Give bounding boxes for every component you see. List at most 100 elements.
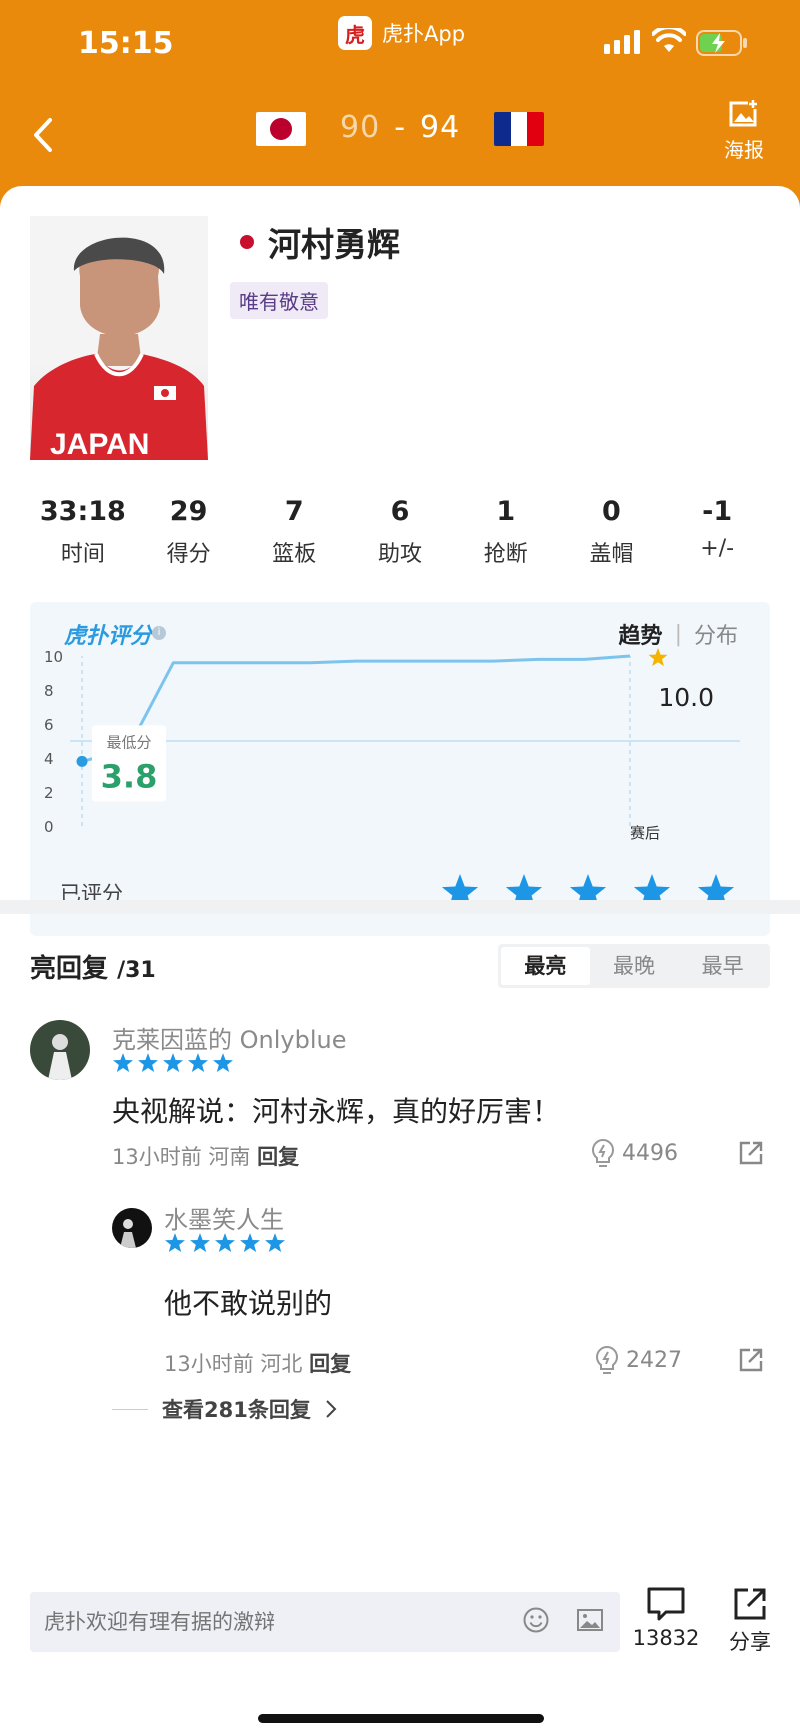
comment-meta: 13小时前 河南 回复: [112, 1145, 300, 1169]
y-tick-label: 4: [44, 750, 54, 768]
share-icon: [734, 1588, 766, 1620]
japan-flag-icon[interactable]: [256, 112, 306, 146]
chevron-right-icon: [326, 1400, 337, 1418]
battery-icon: [696, 30, 747, 56]
poster-button[interactable]: 海报: [716, 98, 772, 163]
match-header: 90 - 94 海报: [0, 90, 800, 186]
player-photo: JAPAN: [30, 216, 208, 460]
stat-assists: 6 助攻: [378, 496, 423, 567]
poster-icon: [729, 99, 758, 127]
min-score-value: 3.8: [101, 757, 158, 795]
info-icon[interactable]: i: [152, 626, 166, 640]
reply-button[interactable]: 回复: [309, 1352, 351, 1376]
home-score: 90: [340, 110, 381, 145]
star-icon: [215, 1233, 235, 1253]
score-separator: -: [394, 110, 407, 145]
stat-steals: 1 抢断: [483, 496, 528, 567]
stat-plus-minus: -1 +/-: [700, 496, 735, 561]
comment-text: 央视解说：河村永辉，真的好厉害！: [112, 1095, 561, 1128]
reply-button[interactable]: 回复: [257, 1145, 299, 1169]
view-replies-link[interactable]: 查看281条回复: [112, 1394, 337, 1424]
share-label: 分享: [729, 1630, 771, 1654]
app-logo: 虎: [338, 16, 372, 50]
star-icon: [190, 1233, 210, 1253]
comment-username[interactable]: 水墨笑人生: [164, 1200, 284, 1235]
comments-title: 亮回复 /31: [30, 954, 156, 984]
comment-meta: 13小时前 河北 回复: [164, 1352, 352, 1376]
lightbulb-icon: [596, 1345, 618, 1374]
min-score-callout: 最低分 3.8: [92, 725, 166, 802]
y-tick-label: 8: [44, 682, 54, 700]
y-tick-label: 6: [44, 716, 54, 734]
star-icon: [240, 1233, 260, 1253]
home-indicator: [258, 1714, 544, 1723]
min-score-label: 最低分: [106, 733, 151, 751]
poster-label: 海报: [724, 138, 764, 162]
status-bar: 15:15 虎 虎扑App: [0, 0, 800, 90]
comment-username[interactable]: 克莱因蓝的 Onlyblue: [112, 1020, 346, 1055]
share-button[interactable]: 分享: [722, 1586, 778, 1656]
x-end-label: 赛后: [630, 824, 660, 842]
avatar[interactable]: [30, 1020, 90, 1080]
image-icon[interactable]: [576, 1606, 604, 1634]
france-flag-icon[interactable]: [494, 112, 544, 146]
nation-dot-icon: [240, 235, 254, 249]
sort-tab-latest[interactable]: 最晚: [590, 947, 679, 985]
app-indicator: 虎 虎扑App: [338, 16, 465, 50]
stat-minutes: 33:18 时间: [39, 496, 126, 567]
like-button[interactable]: 4496: [590, 1138, 678, 1168]
player-name-row: 河村勇辉: [240, 218, 400, 266]
star-icon: [163, 1053, 183, 1073]
emoji-icon[interactable]: [522, 1606, 550, 1634]
comment-input-box[interactable]: [30, 1592, 620, 1652]
stat-rebounds: 7 篮板: [272, 496, 317, 567]
min-point: [76, 755, 88, 767]
signal-icon: [604, 30, 640, 54]
away-score: 94: [420, 110, 461, 145]
player-name: 河村勇辉: [268, 225, 400, 264]
star-icon: [113, 1053, 133, 1073]
wifi-icon: [652, 28, 686, 52]
comment-bubble-icon: [647, 1587, 685, 1621]
comments-button[interactable]: 13832: [628, 1586, 704, 1650]
sort-tab-hottest[interactable]: 最亮: [501, 947, 590, 985]
like-count: 4496: [622, 1140, 678, 1166]
status-time: 15:15: [78, 26, 174, 61]
rating-trend-chart: 0 2 4 6 8 10 最低分 3.8 10.0 赛后: [44, 648, 740, 842]
final-score-value: 10.0: [658, 683, 714, 712]
star-icon: [188, 1053, 208, 1073]
stat-points: 29 得分: [166, 496, 211, 567]
player-card: JAPAN 河村勇辉 唯有敬意 33:18 时间 29 得分 7 篮板 6 助攻 1 抢断…: [0, 186, 800, 1731]
comment-stars: [112, 1052, 234, 1074]
match-score: 90 - 94: [340, 110, 460, 145]
comment-sort-tabs: 最亮 最晚 最早: [498, 944, 770, 988]
comments-count: /31: [117, 958, 156, 983]
star-icon: [138, 1053, 158, 1073]
stat-blocks: 0 盖帽: [589, 496, 634, 567]
lightbulb-icon: [592, 1138, 614, 1167]
y-tick-label: 0: [44, 818, 54, 836]
divider-line: [112, 1408, 148, 1410]
rating-panel: 虎扑评分® i 趋势 | 分布 0246810最低分3.810.0赛后 已评分: [30, 602, 770, 936]
sort-tab-earliest[interactable]: 最早: [678, 947, 767, 985]
player-tag[interactable]: 唯有敬意: [230, 282, 328, 319]
section-divider: [0, 900, 800, 914]
star-icon: [265, 1233, 285, 1253]
comment-stars: [164, 1232, 286, 1254]
y-tick-label: 10: [44, 648, 63, 666]
star-icon: [213, 1053, 233, 1073]
player-stats: 33:18 时间 29 得分 7 篮板 6 助攻 1 抢断 0 盖帽 -1 +/-: [30, 496, 770, 568]
comment-text: 他不敢说别的: [164, 1287, 333, 1320]
app-name: 虎扑App: [382, 22, 466, 46]
share-icon[interactable]: [738, 1140, 764, 1166]
like-button[interactable]: 2427: [594, 1345, 682, 1375]
avatar[interactable]: [112, 1208, 152, 1248]
y-tick-label: 2: [44, 784, 54, 802]
jersey-text: JAPAN: [50, 428, 149, 460]
back-button[interactable]: [24, 112, 64, 158]
comment-count: 13832: [632, 1626, 700, 1650]
star-icon: [165, 1233, 185, 1253]
comment-input[interactable]: [44, 1604, 504, 1640]
share-icon[interactable]: [738, 1347, 764, 1373]
final-star-marker: [648, 648, 668, 667]
